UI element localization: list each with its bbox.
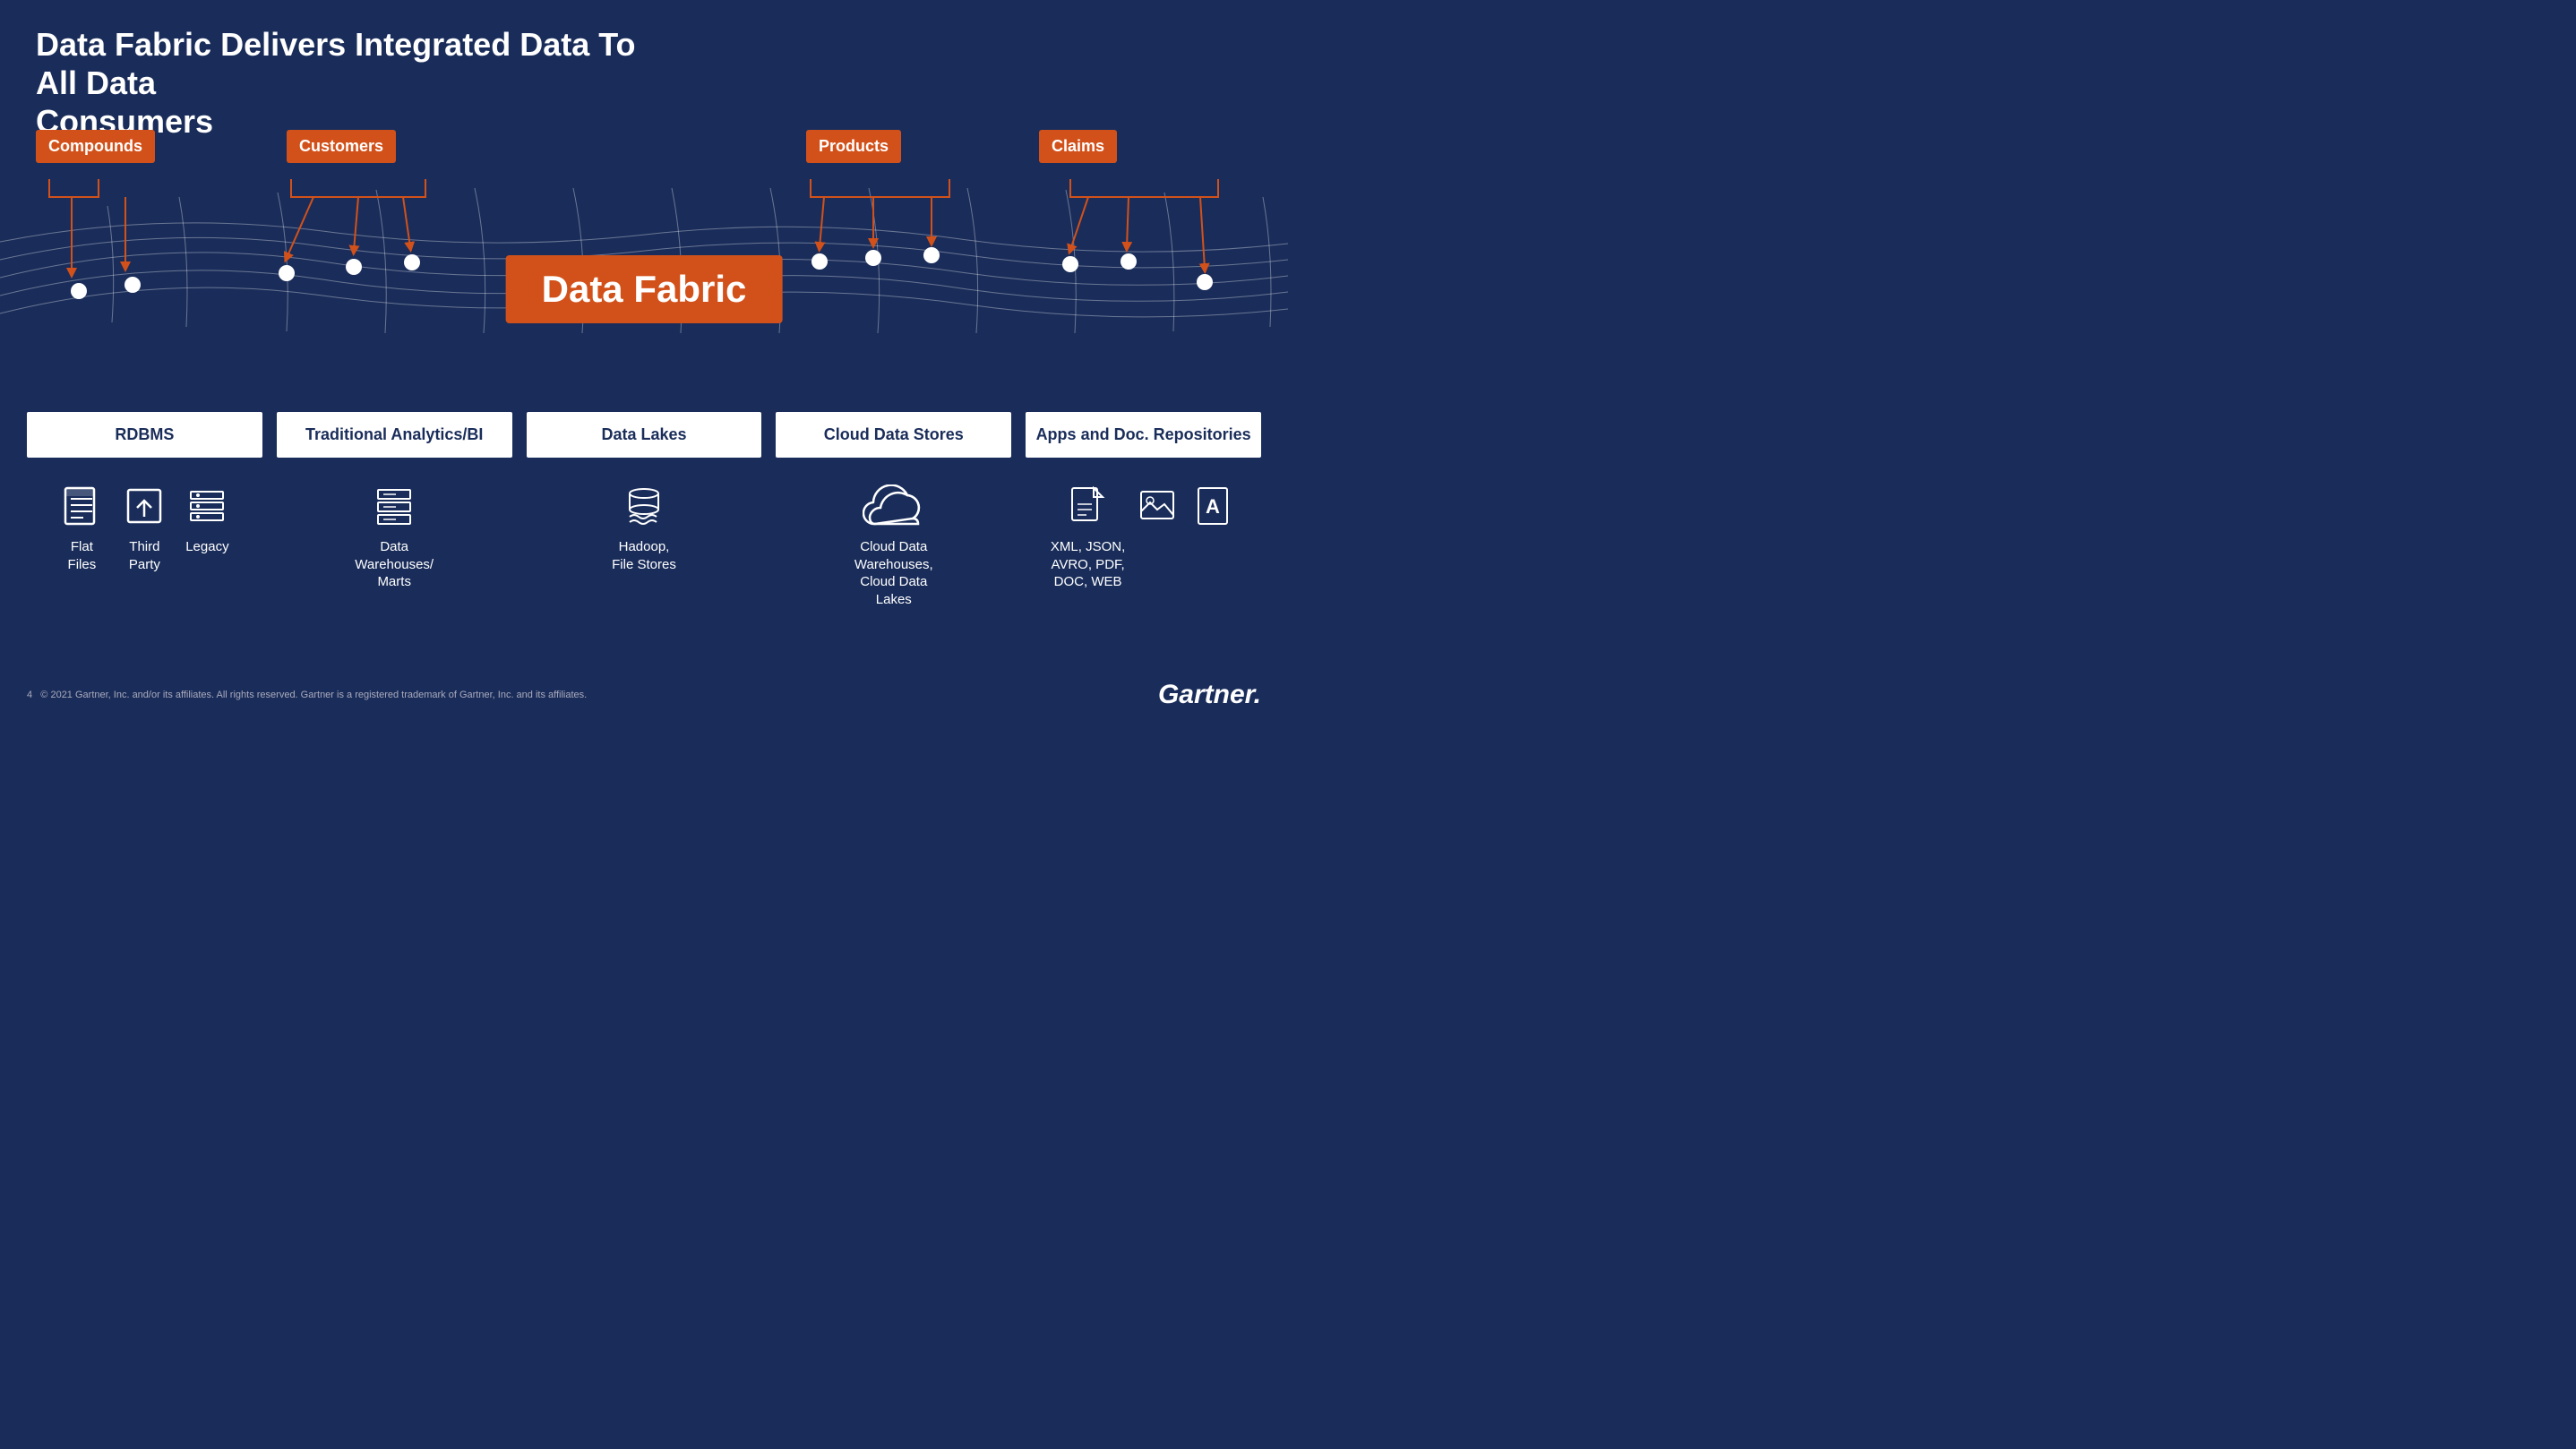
cloud-icon (863, 484, 925, 531)
hadoop-item: Hadoop,File Stores (612, 484, 676, 573)
legacy-icon (184, 484, 230, 531)
compounds-label: Compounds (36, 130, 155, 163)
category-cloud: Cloud Data Stores (776, 412, 1011, 458)
category-rdbms: RDBMS (27, 412, 262, 458)
category-analytics: Traditional Analytics/BI (277, 412, 512, 458)
legacy-item: Legacy (184, 484, 230, 556)
xml-item: XML, JSON,AVRO, PDF,DOC, WEB (1051, 484, 1125, 591)
flat-files-item: FlatFiles (58, 484, 105, 573)
products-label: Products (806, 130, 901, 163)
third-party-icon (121, 484, 167, 531)
copyright-text: © 2021 Gartner, Inc. and/or its affiliat… (40, 690, 587, 700)
footer-copyright: 4 © 2021 Gartner, Inc. and/or its affili… (27, 690, 587, 700)
cloud-data-label: Cloud DataWarehouses,Cloud DataLakes (854, 538, 933, 608)
cloud-items: Cloud DataWarehouses,Cloud DataLakes (776, 484, 1011, 608)
legacy-label: Legacy (185, 538, 228, 556)
gartner-brand: Gartner. (1158, 680, 1261, 710)
hadoop-label: Hadoop,File Stores (612, 538, 676, 573)
cloud-data-item: Cloud DataWarehouses,Cloud DataLakes (854, 484, 933, 608)
hadoop-icon (621, 484, 667, 531)
customers-label: Customers (287, 130, 396, 163)
categories-row: RDBMS Traditional Analytics/BI Data Lake… (27, 412, 1261, 458)
rdbms-items: FlatFiles ThirdParty (27, 484, 262, 608)
wave-area: .mesh-line { stroke: rgba(255,255,255,0.… (0, 116, 1288, 394)
analytics-items: DataWarehouses/Marts (277, 484, 512, 608)
image-icon (1134, 484, 1181, 531)
xml-label: XML, JSON,AVRO, PDF,DOC, WEB (1051, 538, 1125, 591)
flat-files-icon (58, 484, 105, 531)
flat-files-label: FlatFiles (68, 538, 97, 573)
datalakes-items: Hadoop,File Stores (527, 484, 762, 608)
third-party-label: ThirdParty (129, 538, 160, 573)
data-warehouse-icon (371, 484, 417, 531)
doc-item: A (1189, 484, 1236, 538)
doc-a-icon: A (1189, 484, 1236, 531)
title-line1: Data Fabric Delivers Integrated Data To … (36, 26, 636, 101)
category-apps: Apps and Doc. Repositories (1026, 412, 1261, 458)
apps-items: XML, JSON,AVRO, PDF,DOC, WEB (1026, 484, 1261, 608)
items-row: FlatFiles ThirdParty (27, 484, 1261, 608)
third-party-item: ThirdParty (121, 484, 167, 573)
footer: 4 © 2021 Gartner, Inc. and/or its affili… (27, 680, 1261, 710)
xml-icon (1065, 484, 1112, 531)
claims-label: Claims (1039, 130, 1117, 163)
data-warehouse-label: DataWarehouses/Marts (355, 538, 434, 591)
page-number: 4 (27, 690, 32, 700)
data-warehouse-item: DataWarehouses/Marts (355, 484, 434, 591)
image-item (1134, 484, 1181, 538)
bottom-section: RDBMS Traditional Analytics/BI Data Lake… (0, 412, 1288, 608)
svg-text:A: A (1206, 495, 1220, 518)
data-fabric-center-label: Data Fabric (506, 255, 783, 323)
category-datalakes: Data Lakes (527, 412, 762, 458)
